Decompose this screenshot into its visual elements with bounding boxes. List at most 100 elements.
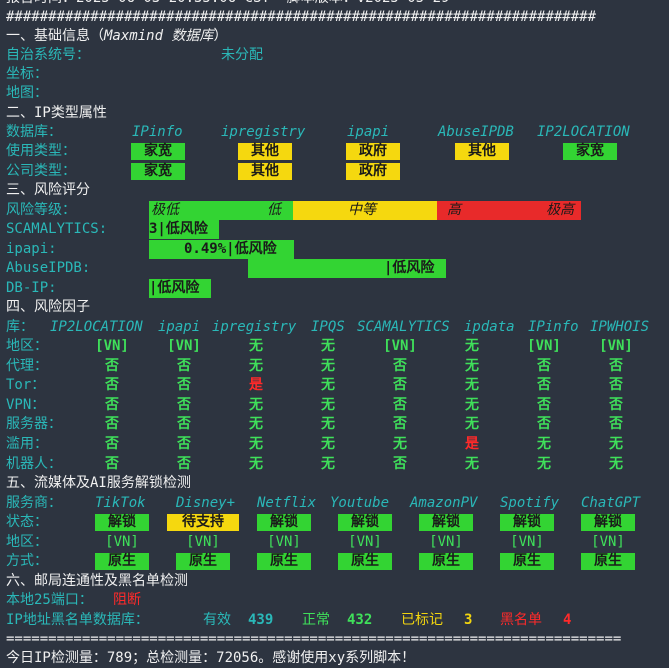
rf-cell-abuse-0: 否 bbox=[105, 436, 119, 452]
rf-cell-server-2: 无 bbox=[249, 416, 263, 433]
rf-cell-abuse-2: 无 bbox=[249, 436, 263, 452]
rf-cell-proxy-4: 否 bbox=[393, 357, 407, 374]
abuseipdb-score-label: AbuseIPDB: bbox=[6, 260, 91, 276]
status-tiktok-badge: 解锁 bbox=[95, 514, 149, 531]
unlock-region-label: 地区： bbox=[6, 534, 48, 550]
bl-blacklist-value: 4 bbox=[563, 612, 572, 628]
rf-cell-proxy-0: 否 bbox=[105, 357, 119, 374]
usage-type-label: 使用类型： bbox=[6, 143, 76, 159]
rf-cell-bot-4: 否 bbox=[393, 455, 407, 472]
rf-col-ipinfo: IPinfo bbox=[528, 319, 579, 335]
db-abuseipdb: AbuseIPDB bbox=[438, 124, 514, 140]
rf-cell-abuse-3: 无 bbox=[321, 436, 335, 452]
abuseipdb-score-value: |低风险 bbox=[384, 260, 435, 276]
section-basic-info-title: 一、基础信息（Maxmind 数据库） bbox=[6, 28, 228, 44]
rf-cell-region-2: 无 bbox=[249, 338, 263, 354]
region-tiktok: [VN] bbox=[105, 534, 139, 550]
map-label: 地图： bbox=[6, 85, 48, 101]
blacklist-db-label: IP地址黑名单数据库： bbox=[6, 612, 149, 628]
rf-cell-bot-1: 否 bbox=[177, 455, 191, 472]
hash-rule-top: ########################################… bbox=[6, 9, 597, 25]
footer-partial: 今日IP检测量：789；总检测量：72056。感谢使用xy系列脚本！ bbox=[6, 650, 416, 666]
ipapi-score-label: ipapi: bbox=[6, 241, 57, 257]
rf-cell-tor-7: 否 bbox=[609, 377, 623, 394]
rf-cell-proxy-6: 否 bbox=[537, 357, 551, 374]
section-risk-score-title: 三、风险评分 bbox=[6, 182, 90, 198]
region-spotify: [VN] bbox=[510, 534, 544, 550]
risk-level-label: 风险等级： bbox=[6, 202, 76, 218]
dbip-score-value: |低风险 bbox=[149, 280, 200, 296]
rf-cell-vpn-6: 否 bbox=[537, 396, 551, 413]
rf-cell-bot-5: 无 bbox=[465, 455, 479, 472]
rf-cell-vpn-7: 否 bbox=[609, 396, 623, 413]
rf-cell-tor-4: 否 bbox=[393, 377, 407, 394]
bl-marked-label: 已标记 bbox=[401, 612, 443, 628]
usage-ipinfo-badge: 家宽 bbox=[131, 143, 185, 160]
risk-level-very-high: 极高 bbox=[546, 202, 574, 218]
company-ipapi-badge: 政府 bbox=[346, 163, 400, 180]
rf-cell-bot-3: 无 bbox=[321, 455, 335, 472]
section-mail-title: 六、邮局连通性及黑名单检测 bbox=[6, 573, 188, 589]
rf-cell-vpn-3: 无 bbox=[321, 396, 335, 413]
risk-level-medium: 中等 bbox=[348, 202, 376, 218]
mode-spotify-badge: 原生 bbox=[500, 553, 554, 570]
rf-row-label-bot: 机器人： bbox=[6, 455, 62, 472]
status-disney-badge: 待支持 bbox=[167, 514, 239, 531]
rf-cell-proxy-1: 否 bbox=[177, 357, 191, 374]
mode-chatgpt-badge: 原生 bbox=[581, 553, 635, 570]
mode-tiktok-badge: 原生 bbox=[95, 553, 149, 570]
port25-label: 本地25端口： bbox=[6, 592, 93, 608]
risk-level-low: 低 bbox=[267, 202, 281, 218]
rf-col-ipapi: ipapi bbox=[158, 319, 201, 335]
bl-valid-value: 439 bbox=[248, 612, 274, 628]
rf-row-label-tor: Tor： bbox=[6, 377, 46, 394]
status-netflix-badge: 解锁 bbox=[257, 514, 311, 531]
rf-cell-vpn-0: 否 bbox=[105, 396, 119, 413]
bl-marked-value: 3 bbox=[464, 612, 473, 628]
svc-disney: Disney+ bbox=[176, 495, 236, 511]
rf-cell-bot-0: 否 bbox=[105, 455, 119, 472]
bl-blacklist-label: 黑名单 bbox=[500, 612, 542, 628]
section-ip-type-title: 二、IP类型属性 bbox=[6, 105, 107, 121]
rf-row-label-proxy: 代理： bbox=[6, 357, 48, 374]
section-streaming-title: 五、流媒体及AI服务解锁检测 bbox=[6, 475, 191, 491]
rf-col-ipregistry: ipregistry bbox=[212, 319, 297, 335]
rf-cell-proxy-7: 否 bbox=[609, 357, 623, 374]
rf-cell-abuse-6: 无 bbox=[537, 436, 551, 452]
risk-factor-lib-label: 库： bbox=[6, 319, 34, 335]
dbip-score-label: DB-IP: bbox=[6, 280, 57, 296]
rf-cell-tor-1: 否 bbox=[177, 377, 191, 394]
rf-cell-proxy-2: 无 bbox=[249, 357, 263, 374]
company-ipregistry-badge: 其他 bbox=[238, 163, 292, 180]
region-netflix: [VN] bbox=[267, 534, 301, 550]
svc-spotify: Spotify bbox=[500, 495, 560, 511]
ipapi-score-value: 0.49%|低风险 bbox=[184, 241, 277, 257]
scamalytics-score-value: 3|低风险 bbox=[149, 221, 208, 237]
svc-tiktok: TikTok bbox=[95, 495, 146, 511]
rf-cell-server-3: 无 bbox=[321, 416, 335, 433]
scamalytics-score-label: SCAMALYTICS: bbox=[6, 221, 108, 237]
rf-cell-region-3: 无 bbox=[321, 338, 335, 354]
section-risk-factors-title: 四、风险因子 bbox=[6, 299, 90, 315]
status-youtube-badge: 解锁 bbox=[338, 514, 392, 531]
rf-col-ipwhois: IPWHOIS bbox=[590, 319, 650, 335]
rf-cell-bot-2: 无 bbox=[249, 455, 263, 472]
usage-ipregistry-badge: 其他 bbox=[238, 143, 292, 160]
rf-cell-region-1: [VN] bbox=[167, 338, 201, 354]
bl-normal-label: 正常 bbox=[302, 612, 330, 628]
equals-rule-bottom: ========================================… bbox=[6, 631, 622, 647]
rf-cell-abuse-1: 否 bbox=[177, 436, 191, 452]
rf-cell-vpn-4: 否 bbox=[393, 396, 407, 413]
region-disney: [VN] bbox=[186, 534, 220, 550]
rf-cell-tor-5: 无 bbox=[465, 377, 479, 394]
rf-cell-tor-3: 无 bbox=[321, 377, 335, 394]
rf-cell-region-5: 无 bbox=[465, 338, 479, 354]
mode-netflix-badge: 原生 bbox=[257, 553, 311, 570]
rf-col-scamalytics: SCAMALYTICS bbox=[357, 319, 450, 335]
rf-cell-vpn-5: 无 bbox=[465, 396, 479, 413]
company-type-label: 公司类型： bbox=[6, 163, 76, 179]
db-ipregistry: ipregistry bbox=[221, 124, 306, 140]
port25-value: 阻断 bbox=[113, 592, 141, 608]
bl-valid-label: 有效 bbox=[203, 612, 231, 628]
db-ipinfo: IPinfo bbox=[132, 124, 183, 140]
